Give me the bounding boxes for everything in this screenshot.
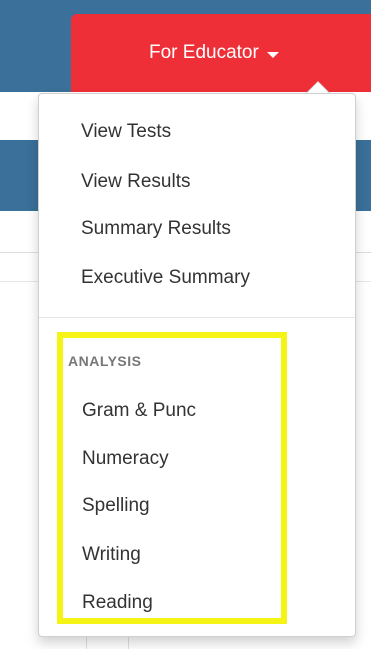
menu-item-numeracy[interactable]: Numeracy [82, 448, 169, 470]
menu-item-view-results[interactable]: View Results [81, 171, 190, 193]
for-educator-label: For Educator [149, 42, 259, 63]
menu-item-spelling[interactable]: Spelling [82, 495, 150, 517]
menu-item-reading[interactable]: Reading [82, 592, 153, 614]
menu-item-view-tests[interactable]: View Tests [81, 121, 171, 143]
menu-item-executive-summary[interactable]: Executive Summary [81, 267, 250, 289]
menu-item-summary-results[interactable]: Summary Results [81, 218, 231, 240]
educator-dropdown-menu: View Tests View Results Summary Results … [38, 93, 356, 637]
menu-divider [39, 317, 355, 318]
menu-item-gram-punc[interactable]: Gram & Punc [82, 400, 196, 422]
analysis-section-header: ANALYSIS [68, 353, 142, 369]
caret-down-icon [266, 51, 279, 58]
analysis-highlight-box [57, 332, 287, 624]
page: For Educator View Tests View Results Sum… [0, 0, 371, 649]
menu-item-writing[interactable]: Writing [82, 544, 141, 566]
for-educator-dropdown-toggle[interactable]: For Educator [71, 14, 371, 92]
